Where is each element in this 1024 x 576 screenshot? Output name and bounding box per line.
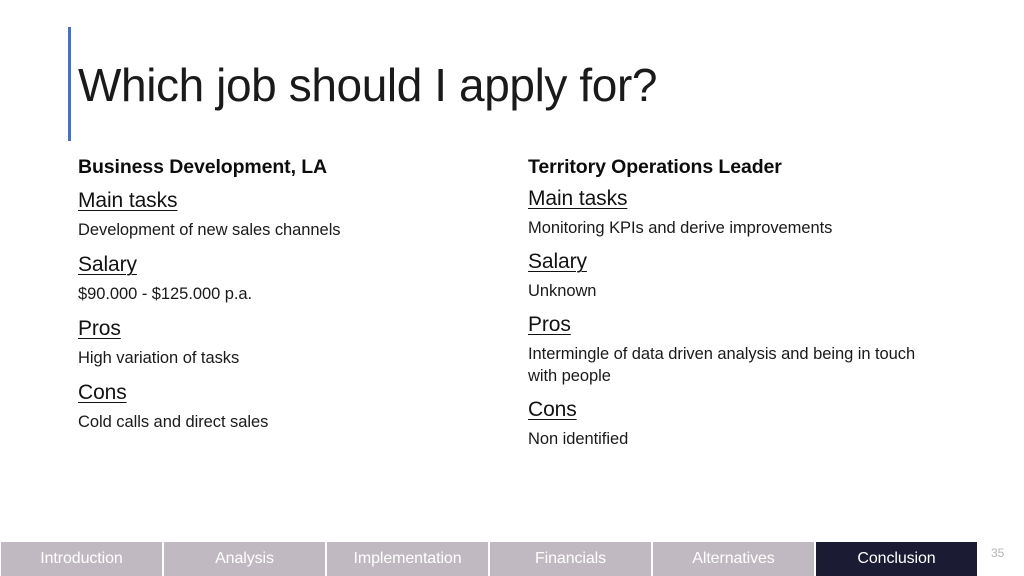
nav-tab-introduction[interactable]: Introduction: [1, 542, 162, 576]
page-number: 35: [991, 546, 1005, 560]
field-salary: Salary Unknown: [528, 247, 946, 302]
field-label: Salary: [528, 250, 587, 273]
nav-tab-conclusion[interactable]: Conclusion: [816, 542, 977, 576]
field-salary: Salary $90.000 - $125.000 p.a.: [78, 250, 498, 305]
field-value: $90.000 - $125.000 p.a.: [78, 285, 253, 303]
slide-canvas: Which job should I apply for? Business D…: [0, 0, 1024, 576]
field-label: Pros: [528, 313, 571, 336]
nav-tab-alternatives[interactable]: Alternatives: [653, 542, 814, 576]
field-pros: Pros Intermingle of data driven analysis…: [528, 310, 946, 387]
field-main-tasks: Main tasks Development of new sales chan…: [78, 186, 498, 241]
field-cons: Cons Non identified: [528, 395, 946, 450]
title-accent-bar: [68, 27, 71, 141]
field-label: Cons: [528, 398, 577, 421]
field-value: Non identified: [528, 430, 629, 448]
nav-tab-analysis[interactable]: Analysis: [164, 542, 325, 576]
field-value: Intermingle of data driven analysis and …: [528, 345, 916, 385]
field-value: Monitoring KPIs and derive improvements: [528, 219, 833, 237]
field-value: Cold calls and direct sales: [78, 413, 269, 431]
section-navigation-bar: Introduction Analysis Implementation Fin…: [0, 542, 1024, 576]
field-main-tasks: Main tasks Monitoring KPIs and derive im…: [528, 184, 946, 239]
field-label: Cons: [78, 381, 127, 404]
nav-tab-implementation[interactable]: Implementation: [327, 542, 488, 576]
field-value: High variation of tasks: [78, 349, 240, 367]
nav-tab-financials[interactable]: Financials: [490, 542, 651, 576]
job-column-territory-operations: Territory Operations Leader Main tasks M…: [528, 155, 946, 458]
field-label: Main tasks: [78, 189, 178, 212]
field-label: Salary: [78, 253, 137, 276]
field-label: Pros: [78, 317, 121, 340]
field-value: Development of new sales channels: [78, 221, 341, 239]
field-label: Main tasks: [528, 187, 628, 210]
field-cons: Cons Cold calls and direct sales: [78, 378, 498, 433]
field-value: Unknown: [528, 282, 597, 300]
job-title: Business Development, LA: [78, 156, 327, 178]
job-column-business-development: Business Development, LA Main tasks Deve…: [78, 155, 498, 442]
page-title: Which job should I apply for?: [78, 59, 658, 111]
field-pros: Pros High variation of tasks: [78, 314, 498, 369]
job-title: Territory Operations Leader: [528, 156, 782, 178]
